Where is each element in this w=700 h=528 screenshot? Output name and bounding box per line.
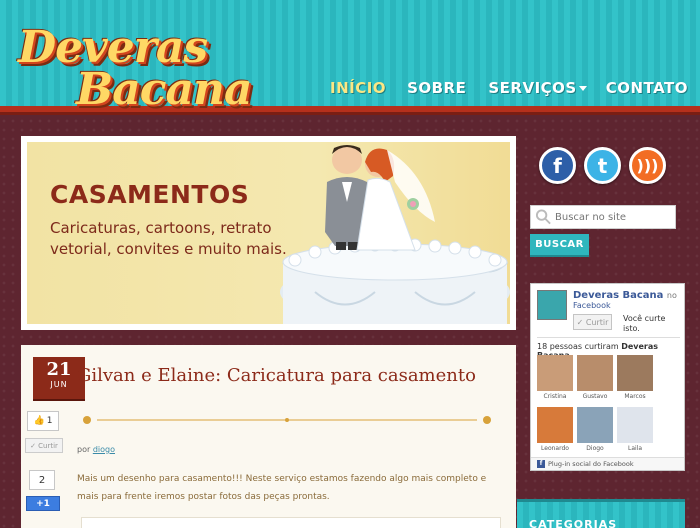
fb-count-prefix: 18 pessoas curtiram — [537, 342, 619, 351]
divider — [537, 337, 680, 338]
face-name: Diogo — [586, 445, 604, 452]
social-links: f t ))) — [539, 147, 666, 184]
post-author-prefix: por — [77, 445, 91, 454]
search-icon — [535, 209, 551, 225]
nav-item-servicos-label: SERVIÇOS — [488, 79, 577, 97]
avatar — [537, 355, 573, 391]
avatar — [577, 407, 613, 443]
fb-page-name[interactable]: Deveras Bacana no — [573, 290, 677, 301]
thumbs-up-icon: 👍 — [33, 416, 45, 426]
categorias-widget: CATEGORIAS — [517, 499, 685, 528]
blog-post: 21 JUN Gilvan e Elaine: Caricatura para … — [21, 345, 516, 528]
twitter-icon[interactable]: t — [584, 147, 621, 184]
categorias-title: CATEGORIAS — [529, 518, 618, 528]
post-body: Mais um desenho para casamento!!! Neste … — [77, 474, 487, 502]
rss-icon[interactable]: ))) — [629, 147, 666, 184]
fb-on-text: no — [666, 291, 677, 300]
post-author: por diogo — [77, 445, 115, 454]
nav-item-inicio[interactable]: INÍCIO — [330, 78, 397, 98]
banner-text: Caricaturas, cartoons, retrato vetorial,… — [50, 219, 287, 258]
logo-line-2: Bacana — [76, 64, 252, 115]
avatar — [617, 407, 653, 443]
search-input[interactable] — [555, 211, 675, 223]
author-link[interactable]: diogo — [93, 445, 115, 454]
like-count: 1 — [46, 416, 53, 426]
main-nav: INÍCIO SOBRE SERVIÇOS CONTATO — [330, 78, 699, 98]
face-name: Cristina — [543, 393, 567, 400]
face-name: Marcos — [624, 393, 646, 400]
nav-item-contato[interactable]: CONTATO — [606, 78, 699, 98]
face-name: Gustavo — [582, 393, 608, 400]
post-title[interactable]: Gilvan e Elaine: Caricatura para casamen… — [77, 365, 477, 386]
face-name: Laila — [627, 445, 643, 452]
post-image-frame — [81, 517, 501, 528]
chevron-down-icon — [578, 85, 587, 91]
banner-slide: CASAMENTOS Caricaturas, cartoons, retrat… — [27, 142, 510, 324]
fb-like-button[interactable]: ✓ Curtir — [573, 314, 612, 330]
avatar — [577, 355, 613, 391]
fb-face[interactable]: Diogo — [577, 407, 613, 452]
fb-you-like-text: Você curte isto. — [623, 314, 666, 333]
fb-face[interactable]: Cristina — [537, 355, 573, 400]
fb-page-avatar[interactable] — [537, 290, 567, 320]
fb-facebook-link[interactable]: Facebook — [573, 301, 611, 310]
fb-page-name-text: Deveras Bacana — [573, 290, 664, 301]
site-logo[interactable]: Deveras Bacana — [14, 22, 254, 115]
fb-face[interactable]: Leonardo — [537, 407, 573, 452]
gplus-button[interactable]: +1 — [26, 496, 60, 511]
facebook-icon[interactable]: f — [539, 147, 576, 184]
facebook-icon: f — [537, 460, 545, 468]
fb-footer-text: Plug-in social do Facebook — [548, 460, 634, 468]
gplus-count: 2 — [29, 470, 55, 490]
fb-like-count-button[interactable]: 👍 1 — [27, 411, 59, 431]
wedding-cake-illustration — [280, 145, 510, 324]
nav-item-servicos[interactable]: SERVIÇOS — [488, 78, 605, 98]
facebook-like-box: Deveras Bacana no Facebook ✓ Curtir Você… — [530, 283, 685, 471]
avatar — [537, 407, 573, 443]
banner-title: CASAMENTOS — [50, 180, 250, 209]
fb-face[interactable]: Marcos — [617, 355, 653, 400]
nav-item-sobre[interactable]: SOBRE — [407, 78, 477, 98]
featured-banner[interactable]: CASAMENTOS Caricaturas, cartoons, retrat… — [21, 136, 516, 330]
search-box — [530, 205, 676, 229]
face-name: Leonardo — [541, 445, 569, 452]
fb-face[interactable]: Laila — [617, 407, 653, 452]
curtir-button[interactable]: ✓ Curtir — [25, 438, 63, 453]
fb-plugin-footer[interactable]: f Plug-in social do Facebook — [531, 457, 684, 470]
search-button[interactable]: BUSCAR — [530, 234, 589, 257]
avatar — [617, 355, 653, 391]
site-header: Deveras Bacana INÍCIO SOBRE SERVIÇOS CON… — [0, 0, 700, 115]
fb-face[interactable]: Gustavo — [577, 355, 613, 400]
ornament-divider — [83, 416, 491, 424]
